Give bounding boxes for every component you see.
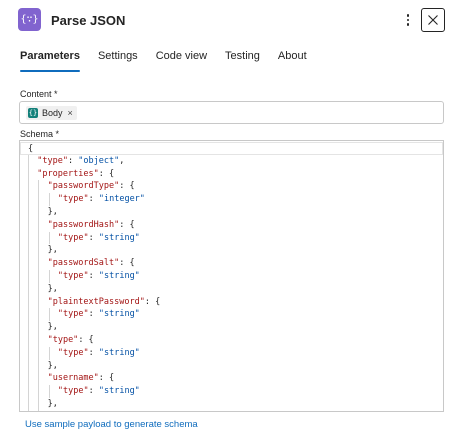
json-punctuation: :: [88, 232, 99, 243]
more-vertical-icon: [406, 14, 410, 17]
json-key: "type": [47, 335, 79, 345]
code-line: "type": "string": [20, 385, 443, 398]
indent-guide: [48, 385, 50, 398]
indent-guide: [38, 180, 40, 411]
json-string: "string": [98, 271, 140, 281]
json-punctuation: :: [68, 155, 79, 166]
code-line: {: [20, 142, 443, 155]
code-line: "type": "string": [20, 347, 443, 360]
code-line: },: [20, 244, 443, 257]
json-string: "string": [98, 347, 140, 358]
json-punctuation: : {: [98, 168, 115, 179]
code-line: "type": "string": [20, 308, 443, 321]
indent-guide: [48, 308, 50, 322]
schema-editor[interactable]: {"type": "object", "properties": {"passwo…: [19, 140, 444, 412]
indent-guide: [48, 231, 50, 245]
json-key: "type": [57, 347, 89, 358]
json-string: "object": [78, 155, 120, 166]
code-line: "properties": {: [20, 168, 443, 181]
code-line: "passwordType": {: [20, 180, 443, 193]
json-key: "plaintextPassword": [47, 296, 145, 307]
json-punctuation: ,: [119, 155, 125, 166]
content-input[interactable]: {} Body ×: [19, 101, 444, 124]
code-line: "type": {: [20, 334, 443, 347]
json-key: "type": [37, 155, 69, 166]
body-token-icon: {}: [28, 108, 38, 118]
body-token-label: Body: [42, 108, 63, 118]
json-punctuation: :: [88, 194, 99, 205]
indent-guide: [48, 193, 50, 206]
schema-label: Schema *: [20, 129, 60, 139]
code-line: },: [20, 206, 443, 219]
tab-testing[interactable]: Testing: [225, 50, 260, 72]
json-punctuation: : {: [78, 335, 94, 345]
code-line: "type": "string": [20, 232, 443, 245]
json-punctuation: },: [47, 283, 58, 294]
json-punctuation: },: [47, 360, 58, 371]
code-line: "type": "integer": [20, 193, 443, 206]
code-line: "passwordSalt": {: [20, 257, 443, 270]
json-string: "string": [98, 309, 140, 320]
json-punctuation: },: [47, 245, 58, 256]
tab-parameters[interactable]: Parameters: [20, 50, 80, 72]
json-punctuation: : {: [144, 296, 161, 307]
json-punctuation: : {: [119, 219, 135, 230]
code-line: },: [20, 398, 443, 411]
json-key: "passwordHash": [47, 219, 120, 230]
json-punctuation: },: [47, 322, 58, 333]
json-punctuation: },: [47, 207, 58, 217]
json-key: "passwordSalt": [47, 258, 120, 269]
json-key: "username": [47, 373, 99, 384]
code-line: "type": "string": [20, 270, 443, 283]
close-icon: [428, 15, 438, 25]
json-punctuation: :: [88, 347, 99, 358]
code-line: },: [20, 321, 443, 334]
panel-title: Parse JSON: [51, 13, 126, 28]
close-button[interactable]: [421, 8, 445, 32]
indent-guide: [28, 154, 29, 411]
tab-settings[interactable]: Settings: [98, 50, 138, 72]
code-line: "passwordHash": {: [20, 219, 443, 232]
tab-code-view[interactable]: Code view: [156, 50, 207, 72]
json-punctuation: : {: [98, 373, 115, 384]
code-line: },: [20, 360, 443, 373]
json-punctuation: {: [28, 144, 34, 154]
json-string: "string": [98, 386, 140, 397]
json-punctuation: :: [88, 386, 99, 397]
json-key: "type": [57, 232, 89, 243]
code-line: "type": "object",: [20, 155, 443, 168]
indent-guide: [48, 270, 50, 283]
tab-about[interactable]: About: [278, 50, 307, 72]
code-line: "username": {: [20, 372, 443, 385]
json-punctuation: :: [88, 309, 99, 320]
code-line: },: [20, 283, 443, 296]
body-token[interactable]: {} Body ×: [26, 106, 77, 120]
remove-token-icon[interactable]: ×: [68, 108, 73, 118]
indent-guide: [48, 346, 50, 360]
json-key: "type": [57, 386, 89, 397]
code-line: "plaintextPassword": {: [20, 296, 443, 309]
json-key: "properties": [37, 168, 99, 179]
panel-header: {∵} Parse JSON: [0, 0, 452, 40]
parse-json-icon: {∵}: [18, 8, 41, 31]
more-options-button[interactable]: [401, 10, 415, 30]
json-key: "type": [57, 194, 89, 205]
json-punctuation: :: [88, 271, 99, 281]
generate-schema-link[interactable]: Use sample payload to generate schema: [25, 419, 198, 430]
content-label: Content *: [20, 89, 58, 99]
json-key: "type": [57, 309, 89, 320]
json-punctuation: : {: [119, 181, 135, 192]
json-string: "string": [98, 232, 140, 243]
json-punctuation: : {: [119, 258, 135, 269]
tab-bar: Parameters Settings Code view Testing Ab…: [20, 50, 325, 74]
json-key: "type": [57, 271, 89, 281]
json-punctuation: },: [47, 399, 58, 409]
json-string: "integer": [98, 194, 145, 205]
json-key: "passwordType": [47, 181, 120, 192]
